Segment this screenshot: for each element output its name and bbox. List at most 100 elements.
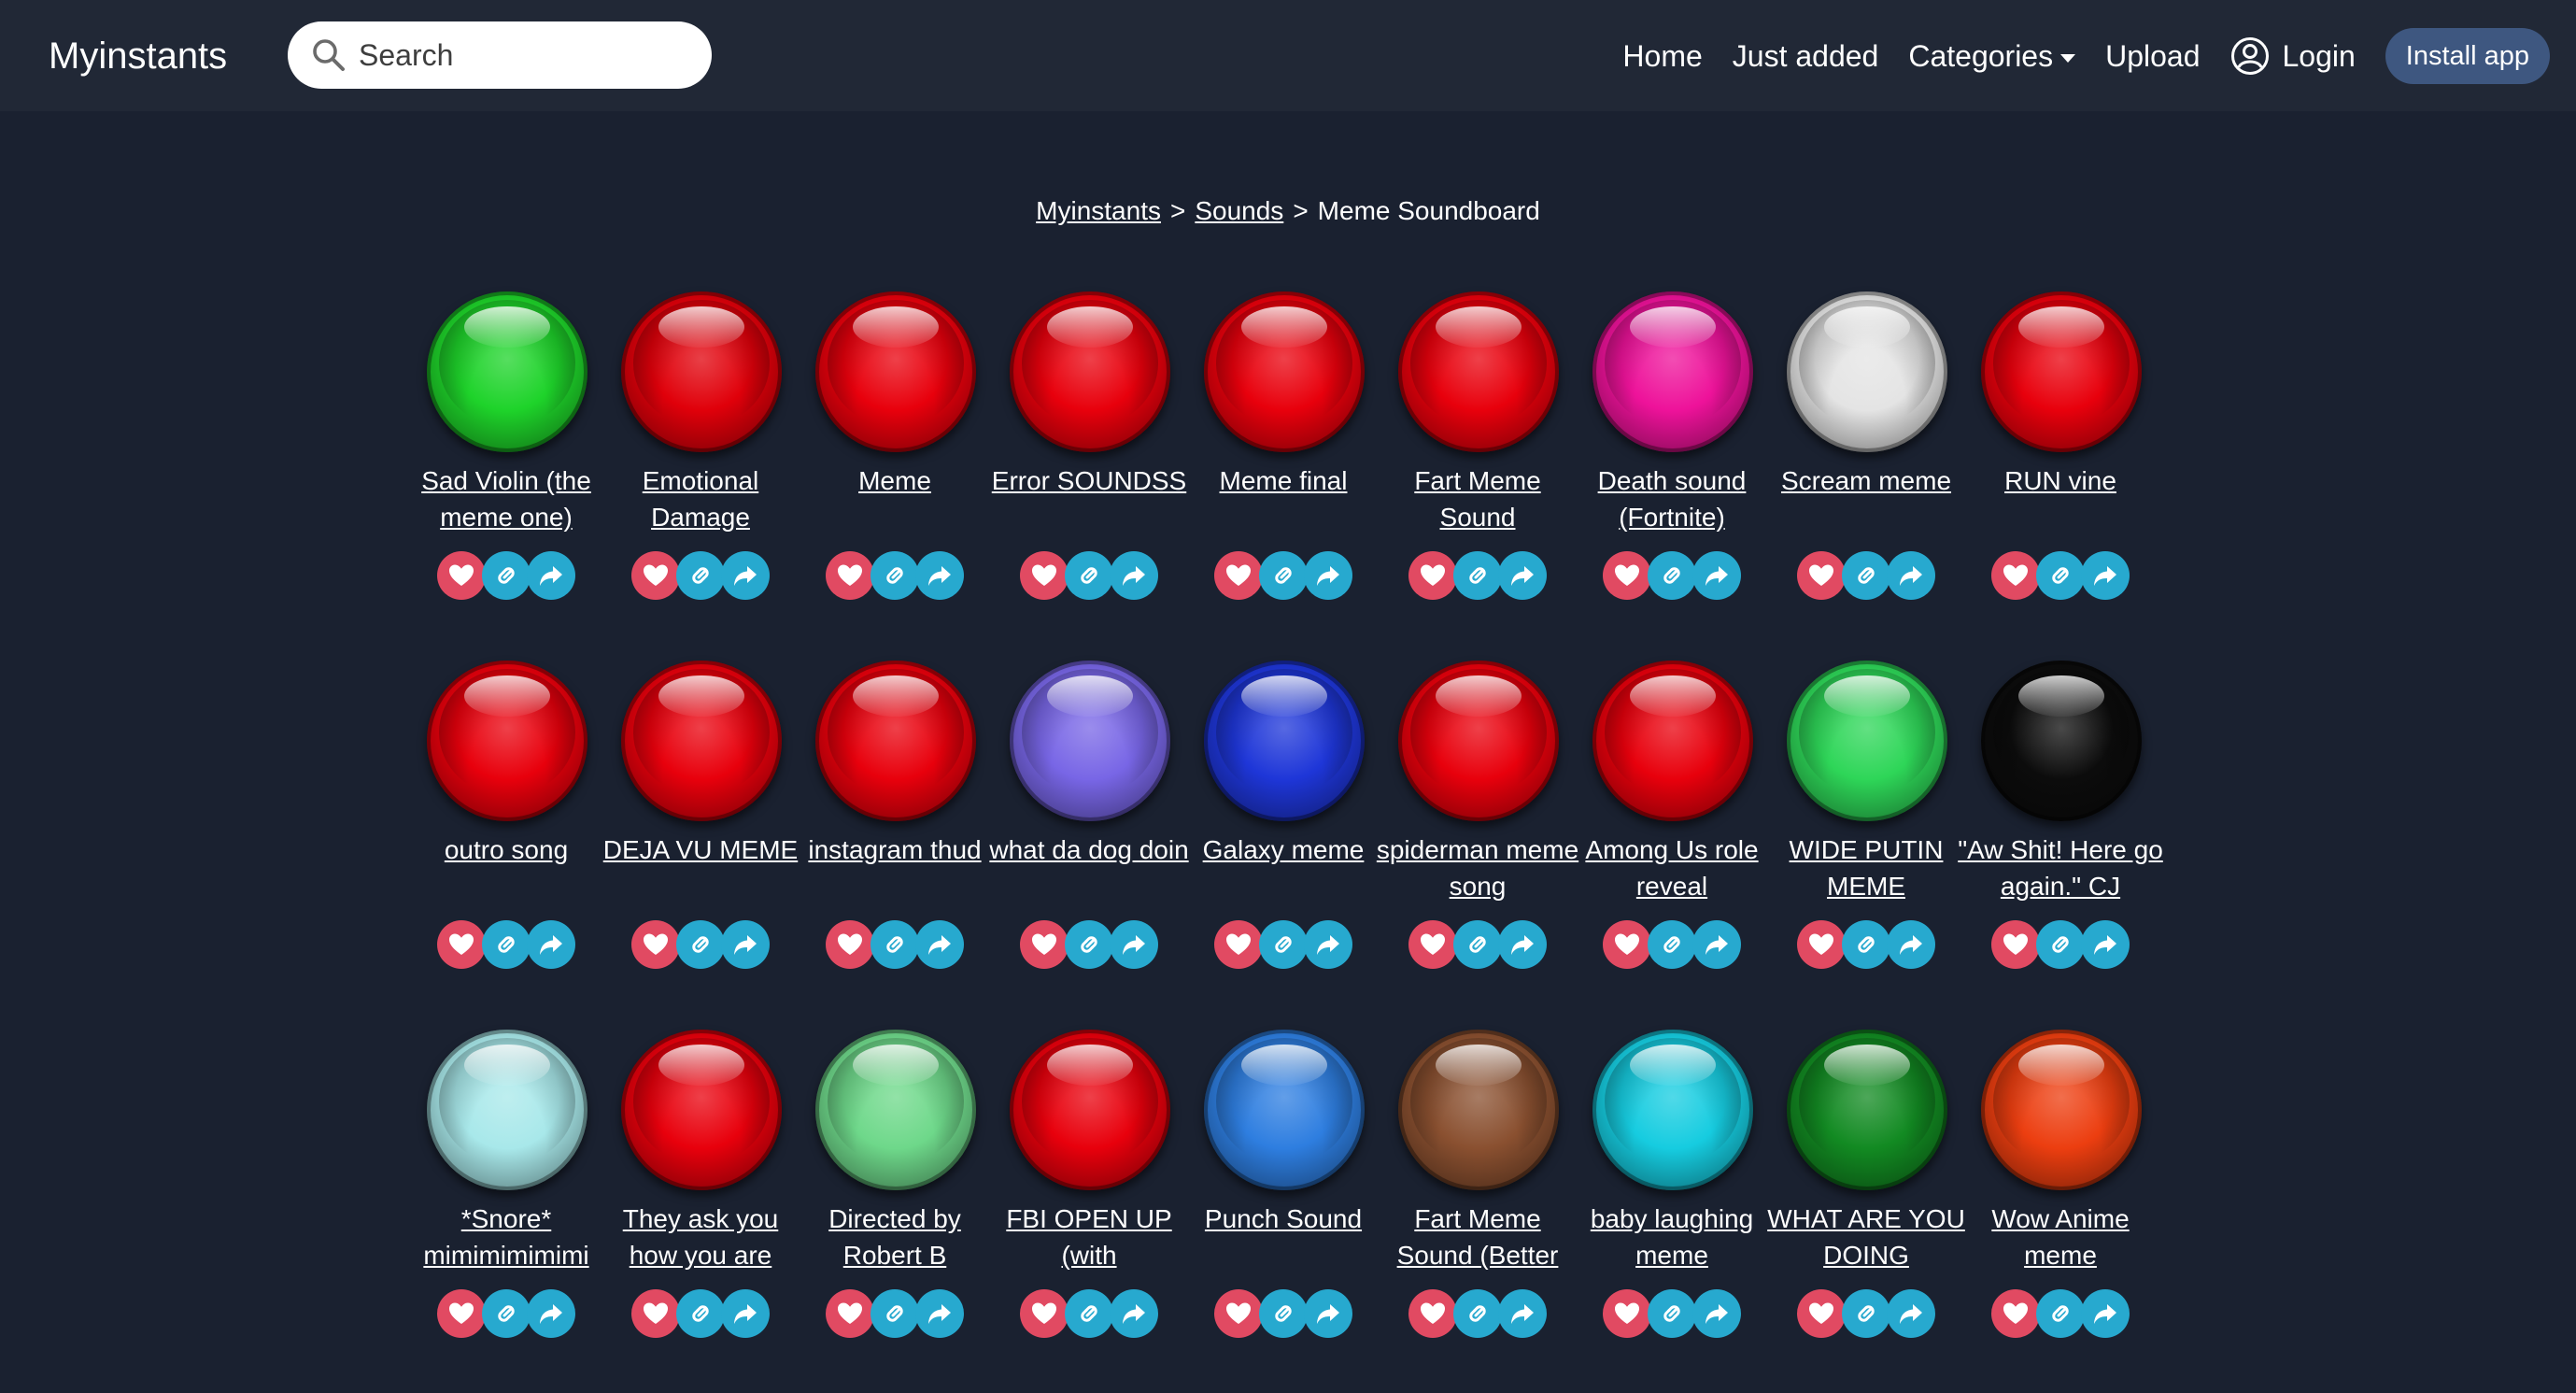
- play-sound-button[interactable]: [621, 1030, 782, 1190]
- copy-link-button[interactable]: [1065, 551, 1113, 600]
- sound-title-link[interactable]: DEJA VU MEME: [596, 832, 805, 904]
- play-sound-button[interactable]: [427, 1030, 587, 1190]
- sound-title-link[interactable]: Among Us role reveal: [1567, 832, 1776, 904]
- breadcrumb-home-link[interactable]: Myinstants: [1036, 196, 1161, 225]
- favorite-button[interactable]: [826, 551, 874, 600]
- share-button[interactable]: [915, 1289, 964, 1338]
- share-button[interactable]: [915, 920, 964, 969]
- share-button[interactable]: [1692, 1289, 1741, 1338]
- favorite-button[interactable]: [1991, 551, 2040, 600]
- play-sound-button[interactable]: [1981, 291, 2142, 452]
- share-button[interactable]: [915, 551, 964, 600]
- sound-title-link[interactable]: Meme: [790, 462, 999, 535]
- sound-title-link[interactable]: *Snore* mimimimimimi: [402, 1201, 611, 1273]
- favorite-button[interactable]: [1797, 551, 1846, 600]
- copy-link-button[interactable]: [482, 1289, 531, 1338]
- sound-title-link[interactable]: Emotional Damage: [596, 462, 805, 535]
- favorite-button[interactable]: [631, 551, 680, 600]
- copy-link-button[interactable]: [1259, 920, 1308, 969]
- share-button[interactable]: [1887, 1289, 1935, 1338]
- play-sound-button[interactable]: [621, 291, 782, 452]
- share-button[interactable]: [1304, 1289, 1352, 1338]
- copy-link-button[interactable]: [676, 920, 725, 969]
- share-button[interactable]: [1692, 920, 1741, 969]
- sound-title-link[interactable]: spiderman meme song: [1373, 832, 1582, 904]
- sound-title-link[interactable]: RUN vine: [1956, 462, 2165, 535]
- favorite-button[interactable]: [1020, 1289, 1069, 1338]
- nav-upload[interactable]: Upload: [2105, 39, 2200, 74]
- copy-link-button[interactable]: [482, 551, 531, 600]
- favorite-button[interactable]: [1603, 920, 1651, 969]
- sound-title-link[interactable]: "Aw Shit! Here go again." CJ: [1956, 832, 2165, 904]
- nav-just-added[interactable]: Just added: [1733, 39, 1879, 74]
- search-box[interactable]: [288, 21, 712, 89]
- share-button[interactable]: [1498, 1289, 1547, 1338]
- play-sound-button[interactable]: [815, 661, 976, 821]
- copy-link-button[interactable]: [676, 1289, 725, 1338]
- favorite-button[interactable]: [1408, 1289, 1457, 1338]
- favorite-button[interactable]: [631, 1289, 680, 1338]
- play-sound-button[interactable]: [1398, 661, 1559, 821]
- sound-title-link[interactable]: Directed by Robert B: [790, 1201, 999, 1273]
- play-sound-button[interactable]: [815, 291, 976, 452]
- favorite-button[interactable]: [1214, 920, 1263, 969]
- share-button[interactable]: [1887, 920, 1935, 969]
- sound-title-link[interactable]: Death sound (Fortnite): [1567, 462, 1776, 535]
- copy-link-button[interactable]: [870, 551, 919, 600]
- play-sound-button[interactable]: [1398, 1030, 1559, 1190]
- copy-link-button[interactable]: [1453, 551, 1502, 600]
- breadcrumb-sounds-link[interactable]: Sounds: [1195, 196, 1283, 225]
- install-app-button[interactable]: Install app: [2385, 28, 2550, 84]
- share-button[interactable]: [1110, 551, 1158, 600]
- sound-title-link[interactable]: Fart Meme Sound: [1373, 462, 1582, 535]
- play-sound-button[interactable]: [1787, 661, 1947, 821]
- sound-title-link[interactable]: Fart Meme Sound (Better: [1373, 1201, 1582, 1273]
- share-button[interactable]: [721, 551, 770, 600]
- favorite-button[interactable]: [1603, 1289, 1651, 1338]
- copy-link-button[interactable]: [1648, 1289, 1696, 1338]
- copy-link-button[interactable]: [870, 1289, 919, 1338]
- play-sound-button[interactable]: [1204, 1030, 1365, 1190]
- share-button[interactable]: [1110, 920, 1158, 969]
- play-sound-button[interactable]: [1787, 1030, 1947, 1190]
- sound-title-link[interactable]: FBI OPEN UP (with: [984, 1201, 1194, 1273]
- sound-title-link[interactable]: Error SOUNDSS: [984, 462, 1194, 535]
- favorite-button[interactable]: [1603, 551, 1651, 600]
- sound-title-link[interactable]: Meme final: [1179, 462, 1388, 535]
- share-button[interactable]: [1110, 1289, 1158, 1338]
- sound-title-link[interactable]: Sad Violin (the meme one): [402, 462, 611, 535]
- copy-link-button[interactable]: [1842, 1289, 1890, 1338]
- share-button[interactable]: [2081, 1289, 2130, 1338]
- favorite-button[interactable]: [1991, 920, 2040, 969]
- sound-title-link[interactable]: baby laughing meme: [1567, 1201, 1776, 1273]
- play-sound-button[interactable]: [1010, 661, 1170, 821]
- copy-link-button[interactable]: [1648, 920, 1696, 969]
- sound-title-link[interactable]: Galaxy meme: [1179, 832, 1388, 904]
- favorite-button[interactable]: [1991, 1289, 2040, 1338]
- play-sound-button[interactable]: [1010, 1030, 1170, 1190]
- favorite-button[interactable]: [1797, 1289, 1846, 1338]
- share-button[interactable]: [1304, 551, 1352, 600]
- share-button[interactable]: [1498, 551, 1547, 600]
- favorite-button[interactable]: [1020, 551, 1069, 600]
- copy-link-button[interactable]: [1453, 1289, 1502, 1338]
- sound-title-link[interactable]: what da dog doin: [984, 832, 1194, 904]
- share-button[interactable]: [1692, 551, 1741, 600]
- copy-link-button[interactable]: [1259, 551, 1308, 600]
- favorite-button[interactable]: [1408, 920, 1457, 969]
- copy-link-button[interactable]: [2036, 551, 2085, 600]
- favorite-button[interactable]: [1214, 551, 1263, 600]
- favorite-button[interactable]: [826, 1289, 874, 1338]
- share-button[interactable]: [1498, 920, 1547, 969]
- copy-link-button[interactable]: [1648, 551, 1696, 600]
- favorite-button[interactable]: [437, 1289, 486, 1338]
- play-sound-button[interactable]: [1981, 1030, 2142, 1190]
- share-button[interactable]: [527, 1289, 575, 1338]
- favorite-button[interactable]: [1214, 1289, 1263, 1338]
- copy-link-button[interactable]: [1259, 1289, 1308, 1338]
- copy-link-button[interactable]: [1065, 920, 1113, 969]
- copy-link-button[interactable]: [676, 551, 725, 600]
- sound-title-link[interactable]: outro song: [402, 832, 611, 904]
- share-button[interactable]: [721, 920, 770, 969]
- sound-title-link[interactable]: WIDE PUTIN MEME: [1762, 832, 1971, 904]
